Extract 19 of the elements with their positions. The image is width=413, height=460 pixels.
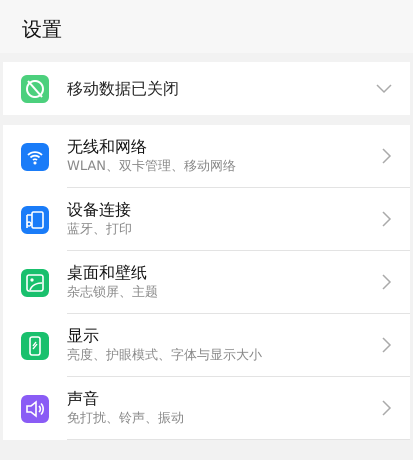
mobile-data-row[interactable]: 移动数据已关闭 — [3, 62, 410, 115]
mobile-data-off-icon — [21, 74, 49, 102]
setting-title[interactable]: 设备连接 — [67, 199, 132, 220]
setting-title[interactable]: 显示 — [67, 325, 262, 346]
chevron-right-icon — [382, 211, 392, 227]
setting-subtitle: 亮度、护眼模式、字体与显示大小 — [67, 347, 262, 365]
setting-title[interactable]: 声音 — [67, 388, 184, 409]
setting-title[interactable]: 桌面和壁纸 — [67, 262, 158, 283]
mobile-data-label: 移动数据已关闭 — [67, 78, 179, 100]
chevron-right-icon — [382, 337, 392, 353]
setting-title[interactable]: 无线和网络 — [67, 136, 236, 157]
chevron-right-icon — [382, 274, 392, 290]
setting-subtitle: 蓝牙、打印 — [67, 221, 132, 239]
chevron-right-icon — [382, 400, 392, 416]
chevron-right-icon — [382, 148, 392, 164]
page-title: 设置 — [22, 17, 62, 41]
setting-subtitle: 免打扰、铃声、振动 — [67, 410, 184, 428]
setting-subtitle: 杂志锁屏、主题 — [67, 284, 158, 302]
setting-subtitle: WLAN、双卡管理、移动网络 — [67, 158, 236, 176]
